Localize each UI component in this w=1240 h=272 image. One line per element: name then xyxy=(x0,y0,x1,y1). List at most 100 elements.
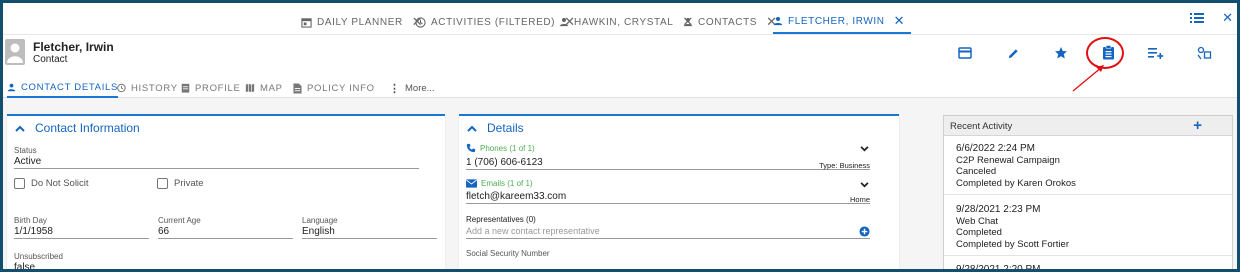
tab-hawkin-crystal[interactable]: HAWKIN, CRYSTAL ✕ xyxy=(559,10,694,34)
shapes-icon[interactable] xyxy=(1196,44,1214,62)
details-header[interactable]: Details xyxy=(467,121,524,135)
unsubscribed-field[interactable]: false xyxy=(14,262,149,269)
tab-daily-planner[interactable]: DAILY PLANNER ✕ xyxy=(301,10,423,34)
representatives-label: Representatives (0) xyxy=(466,215,536,224)
tab-label: HAWKIN, CRYSTAL xyxy=(574,16,674,28)
subtab-label: CONTACT DETAILS xyxy=(21,81,119,93)
contact-name: Fletcher, Irwin xyxy=(33,40,114,54)
tab-policy-info[interactable]: POLICY INFO xyxy=(293,78,375,98)
star-icon[interactable] xyxy=(1052,44,1070,62)
chevron-up-icon xyxy=(467,125,477,132)
ssn-label: Social Security Number xyxy=(466,249,550,258)
activity-timestamp: 6/6/2022 2:24 PM xyxy=(956,143,1035,154)
unsubscribed-label: Unsubscribed xyxy=(14,252,63,261)
chevron-up-icon xyxy=(15,125,25,132)
phones-section[interactable]: Phones (1 of 1) xyxy=(466,143,535,153)
document-icon xyxy=(293,83,302,93)
email-type: Home xyxy=(849,195,870,204)
list-icon[interactable] xyxy=(1190,12,1205,24)
email-field[interactable]: fletch@kareem33.com xyxy=(466,191,870,204)
tab-contacts[interactable]: CONTACTS ✕ xyxy=(683,10,778,34)
do-not-solicit-checkbox[interactable]: Do Not Solicit xyxy=(14,178,89,189)
emails-label: Emails (1 of 1) xyxy=(481,179,533,188)
subtab-label: MAP xyxy=(260,82,283,94)
tab-history[interactable]: HISTORY xyxy=(116,78,178,98)
add-circle-icon[interactable] xyxy=(859,226,870,237)
phones-label: Phones (1 of 1) xyxy=(480,143,535,153)
edit-icon[interactable] xyxy=(1004,44,1022,62)
email-icon xyxy=(466,179,477,188)
tab-contact-details[interactable]: CONTACT DETAILS xyxy=(7,78,119,98)
birthday-label: Birth Day xyxy=(14,216,47,225)
subtab-label: PROFILE xyxy=(195,82,241,94)
tab-bar-actions: ✕ xyxy=(1190,10,1233,26)
tab-map[interactable]: MAP xyxy=(245,78,283,98)
tab-label: ACTIVITIES (FILTERED) xyxy=(431,16,556,28)
tab-fletcher-irwin[interactable]: FLETCHER, IRWIN ✕ xyxy=(773,10,912,34)
phone-icon xyxy=(466,143,476,153)
activity-item[interactable]: 9/28/2021 2:20 PM xyxy=(944,260,1232,272)
current-age-field[interactable]: 66 xyxy=(158,226,293,239)
history-icon xyxy=(117,83,126,93)
avatar xyxy=(5,39,25,65)
contact-information-header[interactable]: Contact Information xyxy=(15,121,140,135)
close-icon[interactable]: ✕ xyxy=(894,13,906,29)
emails-section[interactable]: Emails (1 of 1) xyxy=(466,179,533,188)
checkbox-box xyxy=(157,178,168,189)
language-field[interactable]: English xyxy=(302,226,437,239)
person-icon xyxy=(559,17,569,27)
phone-field[interactable]: 1 (706) 606-6123 xyxy=(466,157,870,170)
contact-header: Fletcher, Irwin Contact xyxy=(3,35,1237,73)
calendar-icon xyxy=(301,17,312,28)
tab-label: DAILY PLANNER xyxy=(317,16,403,28)
tab-activities-filtered[interactable]: ACTIVITIES (FILTERED) ✕ xyxy=(415,10,576,34)
tab-bar: DAILY PLANNER ✕ ACTIVITIES (FILTERED) ✕ … xyxy=(3,3,1237,35)
recent-activity-title: Recent Activity xyxy=(950,121,1013,132)
more-label: More... xyxy=(405,82,435,94)
details-card: Details Phones (1 of 1) 1 (706) 606-6123… xyxy=(459,114,899,269)
activity-item[interactable]: 6/6/2022 2:24 PM C2P Renewal Campaign Ca… xyxy=(944,141,1232,195)
activity-subject: C2P Renewal Campaign xyxy=(956,154,1060,166)
status-field[interactable]: Active xyxy=(14,156,419,169)
phone-type: Type: Business xyxy=(819,161,870,170)
contact-subnav: CONTACT DETAILS HISTORY PROFILE MAP POLI… xyxy=(3,73,1237,98)
contact-information-card: Contact Information Status Active Do Not… xyxy=(7,114,445,269)
add-representative-input[interactable]: Add a new contact representative xyxy=(466,226,870,239)
activity-subject: Web Chat xyxy=(956,215,999,227)
app-window: DAILY PLANNER ✕ ACTIVITIES (FILTERED) ✕ … xyxy=(0,0,1240,272)
clock-icon xyxy=(415,16,426,28)
checkbox-box xyxy=(14,178,25,189)
person-icon xyxy=(7,83,16,91)
card-icon[interactable] xyxy=(956,44,974,62)
activity-completed-by: Completed by Karen Orokos xyxy=(956,177,1076,189)
add-icon[interactable]: + xyxy=(1193,117,1202,134)
language-label: Language xyxy=(302,216,338,225)
activity-timestamp: 9/28/2021 2:23 PM xyxy=(956,204,1041,215)
checkbox-label: Private xyxy=(174,178,204,189)
more-menu[interactable]: ⋮ More... xyxy=(389,78,435,98)
activity-status: Completed xyxy=(956,227,1002,238)
tab-profile[interactable]: PROFILE xyxy=(181,78,241,98)
add-to-list-icon[interactable] xyxy=(1147,44,1165,62)
content-area: Contact Information Status Active Do Not… xyxy=(3,98,1237,272)
birthday-field[interactable]: 1/1/1958 xyxy=(14,226,149,239)
card-title: Contact Information xyxy=(35,121,140,135)
more-vert-icon: ⋮ xyxy=(389,82,400,95)
recent-activity-header: Recent Activity + xyxy=(944,116,1232,136)
checkbox-label: Do Not Solicit xyxy=(31,178,89,189)
clipboard-icon xyxy=(181,83,190,93)
private-checkbox[interactable]: Private xyxy=(157,178,204,189)
contact-type: Contact xyxy=(33,54,68,65)
tab-label: CONTACTS xyxy=(698,16,758,28)
subtab-label: POLICY INFO xyxy=(307,82,375,94)
activity-item[interactable]: 9/28/2021 2:23 PM Web Chat Completed Com… xyxy=(944,201,1232,256)
map-icon xyxy=(245,83,255,93)
activity-status: Canceled xyxy=(956,166,997,177)
activity-timestamp: 9/28/2021 2:20 PM xyxy=(956,264,1041,272)
person-icon xyxy=(773,16,783,26)
chevron-down-icon[interactable] xyxy=(860,146,869,152)
chevron-down-icon[interactable] xyxy=(860,182,869,188)
subtab-label: HISTORY xyxy=(131,82,178,94)
activity-completed-by: Completed by Scott Fortier xyxy=(956,238,1069,250)
close-all-icon[interactable]: ✕ xyxy=(1222,10,1233,26)
